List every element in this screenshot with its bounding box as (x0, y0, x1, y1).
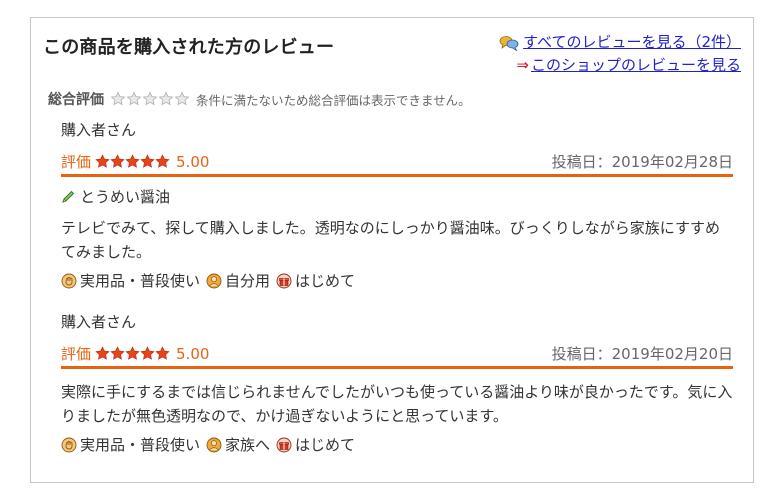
star-filled-icon (125, 154, 140, 168)
tag-recipient: 家族へ (206, 434, 270, 455)
star-empty-icon (174, 91, 190, 106)
star-filled-icon (110, 154, 125, 168)
star-filled-icon (155, 154, 170, 168)
rating-label: 評価 (61, 345, 92, 363)
posted-date: 投稿日：2019年02月20日 (551, 345, 733, 363)
tag-label: 自分用 (225, 272, 271, 290)
reviewer-name: 購入者さん (61, 121, 137, 139)
gift-icon (276, 273, 292, 288)
overall-stars (110, 91, 190, 107)
tag-recipient: 自分用 (206, 270, 270, 291)
star-empty-icon (142, 91, 158, 106)
tag-label: 家族へ (225, 436, 271, 454)
rating-score: 5.00 (176, 344, 210, 363)
review-tags: 実用品・普段使い 自分用 はじめて (61, 270, 733, 291)
review-links: すべてのレビューを見る（2件） ⇒ このショップのレビューを見る (499, 31, 741, 77)
star-filled-icon (155, 346, 170, 360)
all-reviews-link[interactable]: すべてのレビューを見る（2件） (523, 31, 741, 54)
tag-usage: 実用品・普段使い (61, 434, 200, 455)
speech-bubbles-icon (499, 35, 519, 51)
review-title-row: とうめい醤油 (61, 186, 733, 207)
overall-rating: 総合評価 条件に満たないため総合評価は表示できません。 (48, 89, 471, 109)
star-filled-icon (125, 346, 140, 360)
posted-date: 投稿日：2019年02月28日 (551, 153, 733, 171)
gift-icon (276, 437, 292, 452)
hand-icon (61, 273, 77, 288)
review-stars (95, 154, 170, 169)
review-item: 購入者さん 評価 5.00 投稿日：2019年02月20日 実際に手にするまでは… (61, 311, 733, 455)
star-empty-icon (158, 91, 174, 106)
review-body: 実際に手にするまでは信じられませんでしたがいつも使っている醤油より味が良かったで… (61, 383, 733, 425)
star-filled-icon (140, 346, 155, 360)
review-body: テレビでみて、探して購入しました。透明なのにしっかり醤油味。びっくりしながら家族… (61, 219, 720, 261)
person-icon (206, 273, 222, 288)
overall-rating-label: 総合評価 (48, 92, 104, 108)
review-title: とうめい醤油 (80, 188, 171, 206)
tag-usage: 実用品・普段使い (61, 270, 200, 291)
star-empty-icon (110, 91, 126, 106)
review-tags: 実用品・普段使い 家族へ はじめて (61, 434, 733, 455)
star-filled-icon (110, 346, 125, 360)
person-icon (206, 437, 222, 452)
tag-label: 実用品・普段使い (80, 272, 201, 290)
rating-score: 5.00 (176, 152, 210, 171)
star-filled-icon (95, 154, 110, 168)
review-panel: この商品を購入された方のレビュー すべてのレビューを見る（2件） ⇒ このショッ… (30, 17, 754, 483)
rating-label: 評価 (61, 153, 92, 171)
pencil-icon (62, 190, 75, 203)
arrow-icon: ⇒ (516, 56, 529, 74)
review-stars (95, 346, 170, 361)
tag-label: はじめて (295, 272, 356, 290)
tag-label: 実用品・普段使い (80, 436, 201, 454)
star-empty-icon (126, 91, 142, 106)
review-item: 購入者さん 評価 5.00 投稿日：2019年02月28日 とうめい醤油 テレビ… (61, 119, 733, 291)
shop-reviews-link[interactable]: このショップのレビューを見る (531, 54, 741, 77)
hand-icon (61, 437, 77, 452)
tag-label: はじめて (295, 436, 356, 454)
rating-row: 評価 5.00 投稿日：2019年02月28日 (61, 151, 733, 177)
reviewer-name: 購入者さん (61, 313, 137, 331)
tag-purchase-count: はじめて (276, 270, 355, 291)
rating-row: 評価 5.00 投稿日：2019年02月20日 (61, 343, 733, 369)
star-filled-icon (95, 346, 110, 360)
star-filled-icon (140, 154, 155, 168)
overall-rating-note: 条件に満たないため総合評価は表示できません。 (196, 92, 471, 108)
review-section-title: この商品を購入された方のレビュー (43, 37, 335, 58)
tag-purchase-count: はじめて (276, 434, 355, 455)
